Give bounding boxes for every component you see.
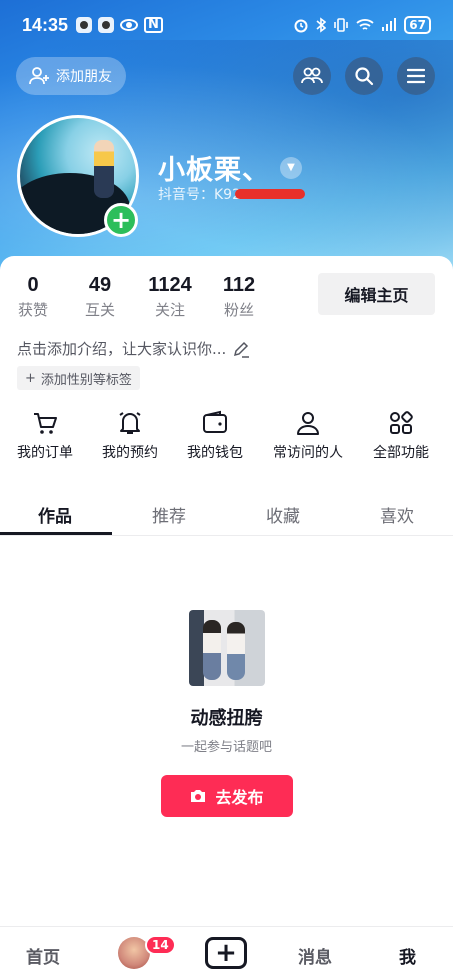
stat-label: 关注 <box>154 301 185 319</box>
stats-row: 0 获赞 49 互关 1124 关注 112 粉丝 <box>16 274 256 320</box>
add-person-icon <box>29 67 49 85</box>
features-row: 我的订单 我的预约 我的钱包 常访问的人 全部功能 <box>0 410 453 470</box>
tab-favorites[interactable]: 收藏 <box>266 502 300 527</box>
status-time: 14:35 <box>22 14 69 35</box>
thumbnail-figure <box>202 620 221 680</box>
active-tab-indicator <box>0 532 112 535</box>
person-icon <box>297 412 319 435</box>
top-actions: 添加朋友 <box>16 57 437 95</box>
search-button[interactable] <box>345 57 383 95</box>
add-tag-button[interactable]: + 添加性别等标签 <box>17 366 140 390</box>
bio-placeholder: 点击添加介绍，让大家认识你... <box>17 340 227 358</box>
topic-subtitle: 一起参与话题吧 <box>180 740 272 755</box>
eye-icon <box>120 19 139 31</box>
douyin-id-text: 抖音号：K92 <box>158 187 241 203</box>
create-post-button[interactable]: + <box>205 937 247 969</box>
edit-profile-button[interactable]: 编辑主页 <box>318 273 435 315</box>
status-bar: 14:35 N 67 <box>0 0 453 50</box>
empty-state: 动感扭胯 一起参与话题吧 去发布 <box>0 610 453 817</box>
feature-my-reservations[interactable]: 我的预约 <box>102 410 158 462</box>
plus-icon: + <box>25 370 36 386</box>
stat-likes[interactable]: 0 获赞 <box>16 274 50 320</box>
chevron-down-icon[interactable]: ▼ <box>280 156 302 179</box>
nav-me[interactable]: 我 <box>399 943 416 968</box>
stat-followers[interactable]: 112 粉丝 <box>222 274 256 320</box>
feature-label: 我的订单 <box>17 445 73 461</box>
profile-content: 0 获赞 49 互关 1124 关注 112 粉丝 编辑主页 点击添加介绍，让大… <box>0 256 453 980</box>
stat-label: 互关 <box>84 301 115 319</box>
topic-thumbnail[interactable] <box>188 610 265 686</box>
friends-icon <box>301 67 323 84</box>
tab-likes[interactable]: 喜欢 <box>380 502 414 527</box>
publish-label: 去发布 <box>215 788 264 807</box>
thumbnail-figure <box>226 622 245 680</box>
content-tabs: 作品 推荐 收藏 喜欢 <box>0 488 453 536</box>
add-avatar-plus-icon[interactable]: + <box>104 203 138 237</box>
tab-recommended[interactable]: 推荐 <box>152 502 186 527</box>
feature-label: 我的钱包 <box>187 445 243 461</box>
battery-indicator: 67 <box>404 16 431 34</box>
nav-messages[interactable]: 消息 <box>298 943 332 968</box>
signal-icon <box>382 18 397 31</box>
stat-value: 49 <box>88 274 112 296</box>
alarm-icon <box>294 19 308 33</box>
douyin-id: 抖音号：K92 <box>158 184 305 204</box>
stat-value: 1124 <box>148 274 192 296</box>
pencil-icon <box>234 341 250 358</box>
add-friend-button[interactable]: 添加朋友 <box>16 57 126 95</box>
vibrate-icon <box>334 18 349 32</box>
stat-mutual[interactable]: 49 互关 <box>80 274 120 320</box>
cart-icon <box>34 413 57 434</box>
nfc-icon: N <box>144 17 163 33</box>
profile-name-row: 小板栗、 ▼ <box>158 148 302 187</box>
stat-following[interactable]: 1124 关注 <box>148 274 192 320</box>
feature-frequent-visits[interactable]: 常访问的人 <box>273 410 343 462</box>
feature-my-wallet[interactable]: 我的钱包 <box>187 410 243 462</box>
feature-all-functions[interactable]: 全部功能 <box>373 410 429 462</box>
nav-home[interactable]: 首页 <box>26 943 60 968</box>
stat-label: 获赞 <box>17 301 48 319</box>
stat-value: 112 <box>222 274 256 296</box>
stat-value: 0 <box>27 274 39 296</box>
avatar-figure <box>94 140 114 198</box>
feature-my-orders[interactable]: 我的订单 <box>17 410 73 462</box>
feature-label: 我的预约 <box>102 445 158 461</box>
wallet-icon <box>203 410 227 433</box>
menu-button[interactable] <box>397 57 435 95</box>
app-notification-icon <box>98 17 115 33</box>
app-notification-icon <box>76 17 93 33</box>
wifi-icon <box>356 19 374 30</box>
bio-field[interactable]: 点击添加介绍，让大家认识你... <box>17 338 250 359</box>
stat-label: 粉丝 <box>223 301 254 319</box>
friends-button[interactable] <box>293 57 331 95</box>
redaction-mark <box>235 189 305 199</box>
search-icon <box>355 67 374 86</box>
bottom-nav: 首页 14 + 消息 我 <box>0 926 453 980</box>
feature-label: 全部功能 <box>373 445 429 461</box>
topic-title: 动感扭胯 <box>190 708 263 729</box>
tab-works[interactable]: 作品 <box>38 502 72 527</box>
username: 小板栗、 <box>158 155 270 186</box>
camera-icon <box>191 790 206 802</box>
publish-button[interactable]: 去发布 <box>160 775 293 817</box>
grid-icon <box>390 411 413 434</box>
add-tag-label: 添加性别等标签 <box>40 372 132 388</box>
add-friend-label: 添加朋友 <box>56 69 112 85</box>
feature-label: 常访问的人 <box>273 445 343 461</box>
bluetooth-icon <box>316 17 327 33</box>
notification-badge: 14 <box>145 935 176 955</box>
menu-icon <box>407 68 425 84</box>
bell-icon <box>119 412 141 434</box>
